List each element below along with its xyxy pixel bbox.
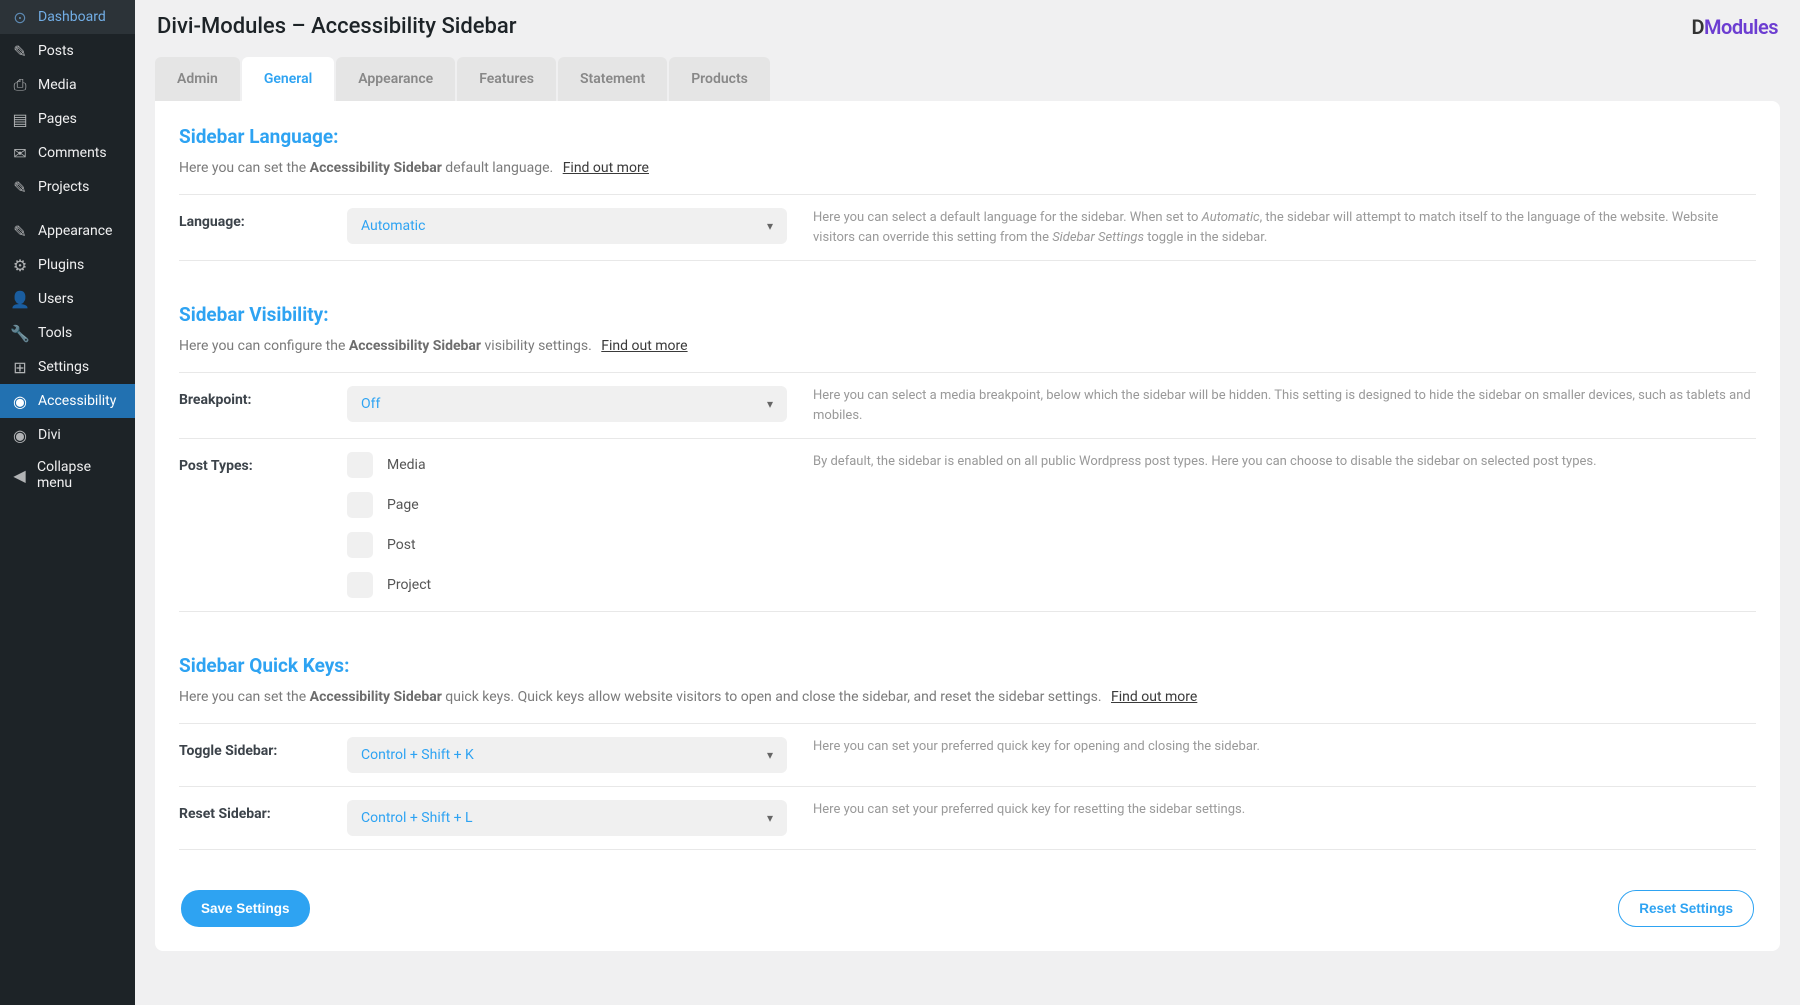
field-breakpoint: Breakpoint: Off ▾ Here you can select a …	[179, 373, 1756, 439]
main-content: Divi-Modules – Accessibility Sidebar DMo…	[135, 0, 1800, 1005]
tab-appearance[interactable]: Appearance	[336, 57, 455, 101]
sidebar-item-accessibility[interactable]: ◉Accessibility	[0, 384, 135, 418]
field-reset-sidebar: Reset Sidebar: Control + Shift + L ▾ Her…	[179, 787, 1756, 850]
select-toggle-sidebar[interactable]: Control + Shift + K ▾	[347, 737, 787, 773]
pin-icon: ✎	[10, 41, 30, 61]
accessibility-icon: ◉	[10, 391, 30, 411]
checkbox-post[interactable]	[347, 532, 373, 558]
brush-icon: ✎	[10, 221, 30, 241]
sidebar-item-users[interactable]: 👤Users	[0, 282, 135, 316]
sidebar-item-media[interactable]: ⎙Media	[0, 68, 135, 102]
save-button[interactable]: Save Settings	[181, 890, 310, 927]
section-desc-language: Here you can set the Accessibility Sideb…	[179, 160, 1756, 176]
divi-icon: ◉	[10, 425, 30, 445]
sliders-icon: ⊞	[10, 357, 30, 377]
section-title-visibility: Sidebar Visibility:	[179, 303, 1756, 326]
admin-sidebar: ⊙Dashboard ✎Posts ⎙Media ▤Pages ✉Comment…	[0, 0, 135, 1005]
user-icon: 👤	[10, 289, 30, 309]
select-language[interactable]: Automatic ▾	[347, 208, 787, 244]
tab-statement[interactable]: Statement	[558, 57, 667, 101]
checkbox-label-project: Project	[387, 577, 431, 593]
checkbox-label-page: Page	[387, 497, 419, 513]
sidebar-item-tools[interactable]: 🔧Tools	[0, 316, 135, 350]
checkbox-page[interactable]	[347, 492, 373, 518]
media-icon: ⎙	[10, 75, 30, 95]
reset-button[interactable]: Reset Settings	[1618, 890, 1754, 927]
sidebar-item-collapse[interactable]: ◀Collapse menu	[0, 452, 135, 498]
section-title-quickkeys: Sidebar Quick Keys:	[179, 654, 1756, 677]
sidebar-item-projects[interactable]: ✎Projects	[0, 170, 135, 204]
tab-general[interactable]: General	[242, 57, 334, 101]
chevron-down-icon: ▾	[767, 219, 773, 233]
help-reset-sidebar: Here you can set your preferred quick ke…	[787, 800, 1756, 836]
help-language: Here you can select a default language f…	[787, 208, 1756, 247]
select-breakpoint[interactable]: Off ▾	[347, 386, 787, 422]
sidebar-item-plugins[interactable]: ⚙Plugins	[0, 248, 135, 282]
link-language-more[interactable]: Find out more	[563, 160, 649, 176]
pin-icon: ✎	[10, 177, 30, 197]
plug-icon: ⚙	[10, 255, 30, 275]
sidebar-item-dashboard[interactable]: ⊙Dashboard	[0, 0, 135, 34]
link-visibility-more[interactable]: Find out more	[601, 338, 687, 354]
section-desc-visibility: Here you can configure the Accessibility…	[179, 338, 1756, 354]
section-title-language: Sidebar Language:	[179, 125, 1756, 148]
page-title: Divi-Modules – Accessibility Sidebar	[157, 14, 517, 39]
field-language: Language: Automatic ▾ Here you can selec…	[179, 195, 1756, 261]
section-desc-quickkeys: Here you can set the Accessibility Sideb…	[179, 689, 1756, 705]
tab-products[interactable]: Products	[669, 57, 770, 101]
field-toggle-sidebar: Toggle Sidebar: Control + Shift + K ▾ He…	[179, 724, 1756, 787]
chevron-down-icon: ▾	[767, 748, 773, 762]
label-reset-sidebar: Reset Sidebar:	[179, 800, 347, 836]
sidebar-item-settings[interactable]: ⊞Settings	[0, 350, 135, 384]
sidebar-item-appearance[interactable]: ✎Appearance	[0, 214, 135, 248]
sidebar-item-posts[interactable]: ✎Posts	[0, 34, 135, 68]
checkbox-project[interactable]	[347, 572, 373, 598]
help-breakpoint: Here you can select a media breakpoint, …	[787, 386, 1756, 425]
chevron-down-icon: ▾	[767, 397, 773, 411]
label-language: Language:	[179, 208, 347, 247]
field-posttypes: Post Types: Media Page Post Project By d…	[179, 439, 1756, 612]
chevron-down-icon: ▾	[767, 811, 773, 825]
checkbox-media[interactable]	[347, 452, 373, 478]
tab-features[interactable]: Features	[457, 57, 556, 101]
settings-panel: Sidebar Language: Here you can set the A…	[155, 101, 1780, 951]
collapse-icon: ◀	[10, 465, 29, 485]
tabs: Admin General Appearance Features Statem…	[155, 57, 1780, 101]
help-posttypes: By default, the sidebar is enabled on al…	[787, 452, 1756, 598]
select-reset-sidebar[interactable]: Control + Shift + L ▾	[347, 800, 787, 836]
checkbox-label-post: Post	[387, 537, 416, 553]
brand-logo: DModules	[1691, 15, 1778, 39]
comment-icon: ✉	[10, 143, 30, 163]
help-toggle-sidebar: Here you can set your preferred quick ke…	[787, 737, 1756, 773]
sidebar-item-pages[interactable]: ▤Pages	[0, 102, 135, 136]
label-posttypes: Post Types:	[179, 452, 347, 598]
label-toggle-sidebar: Toggle Sidebar:	[179, 737, 347, 773]
wrench-icon: 🔧	[10, 323, 30, 343]
checkbox-label-media: Media	[387, 457, 426, 473]
sidebar-item-comments[interactable]: ✉Comments	[0, 136, 135, 170]
link-quickkeys-more[interactable]: Find out more	[1111, 689, 1197, 705]
sidebar-item-divi[interactable]: ◉Divi	[0, 418, 135, 452]
dashboard-icon: ⊙	[10, 7, 30, 27]
pages-icon: ▤	[10, 109, 30, 129]
tab-admin[interactable]: Admin	[155, 57, 240, 101]
label-breakpoint: Breakpoint:	[179, 386, 347, 425]
